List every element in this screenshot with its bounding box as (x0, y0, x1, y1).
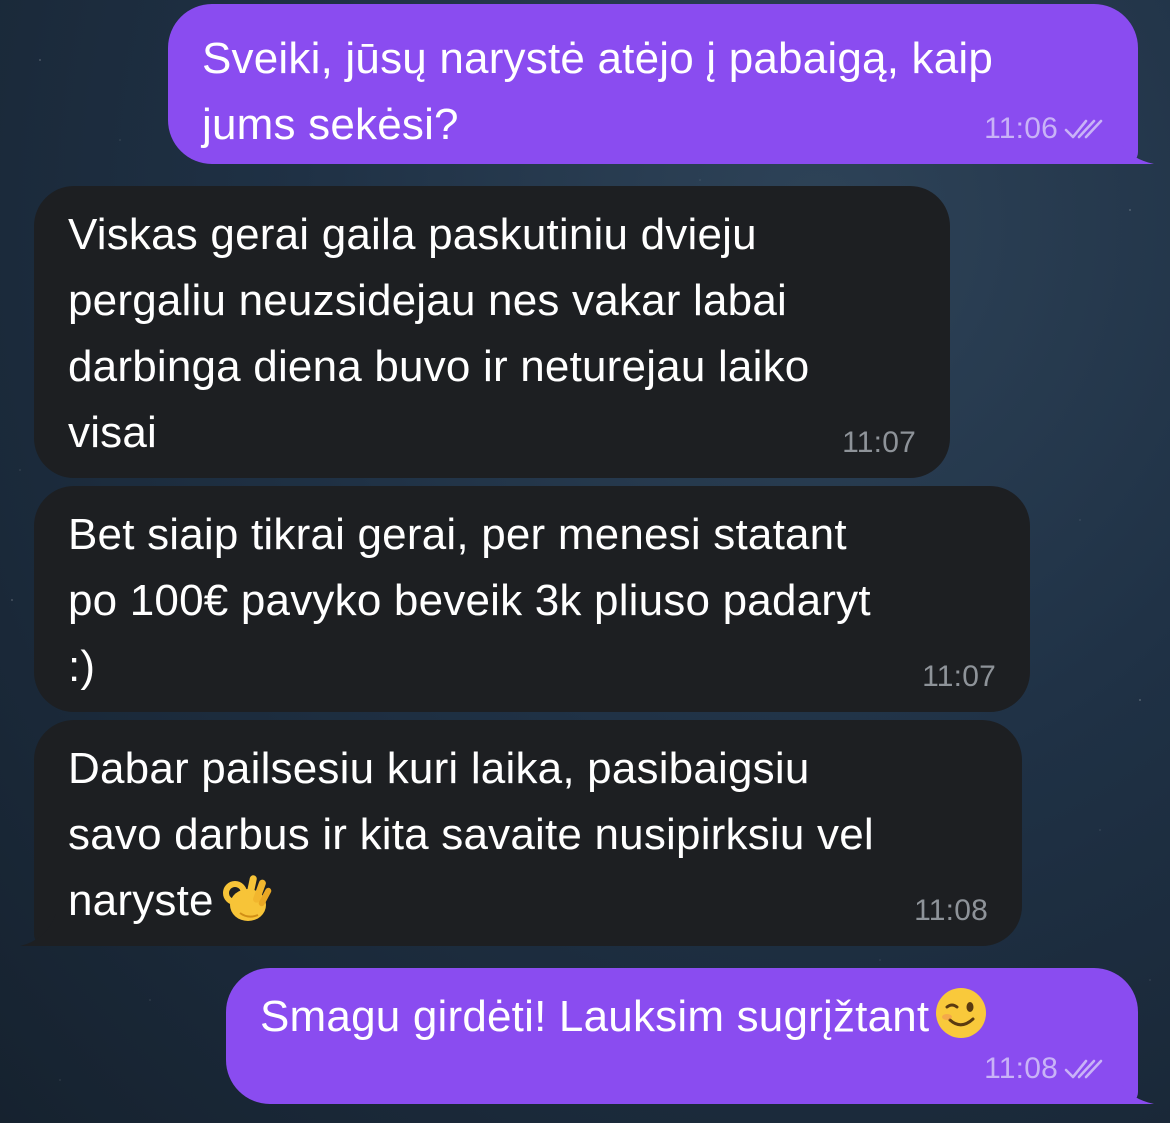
winking-face-emoji-icon (933, 985, 989, 1041)
message-text-content: Smagu girdėti! Lauksim sugrįžtant (260, 992, 930, 1041)
double-check-icon (1064, 117, 1104, 141)
message-meta: 11:08 (984, 1052, 1104, 1086)
message-text: Smagu girdėti! Lauksim sugrįžtant (260, 984, 1078, 1050)
message-time: 11:08 (914, 894, 988, 927)
message-text: Sveiki, jūsų narystė atėjo į pabaigą, ka… (202, 34, 994, 149)
message-time: 11:07 (922, 660, 996, 693)
bubble-tail (20, 914, 56, 946)
message-outgoing[interactable]: Smagu girdėti! Lauksim sugrįžtant 11:08 (226, 968, 1138, 1104)
message-incoming[interactable]: Dabar pailsesiu kuri laika, pasibaigsiu … (34, 720, 1022, 946)
message-incoming[interactable]: Viskas gerai gaila paskutiniu dvieju per… (34, 186, 950, 478)
message-text: Bet siaip tikrai gerai, per menesi stata… (68, 510, 871, 691)
message-meta: 11:06 (984, 112, 1104, 146)
message-text-content: Dabar pailsesiu kuri laika, pasibaigsiu … (68, 744, 874, 925)
message-text: Dabar pailsesiu kuri laika, pasibaigsiu … (68, 736, 982, 934)
message-meta: 11:07 (922, 660, 996, 694)
message-time: 11:06 (984, 112, 1058, 145)
message-time: 11:08 (984, 1052, 1058, 1085)
double-check-icon (1064, 1057, 1104, 1081)
message-meta: 11:08 (914, 894, 988, 928)
message-incoming[interactable]: Bet siaip tikrai gerai, per menesi stata… (34, 486, 1030, 712)
message-outgoing[interactable]: Sveiki, jūsų narystė atėjo į pabaigą, ka… (168, 4, 1138, 164)
message-meta: 11:07 (842, 426, 916, 460)
message-time: 11:07 (842, 426, 916, 459)
message-text: Viskas gerai gaila paskutiniu dvieju per… (68, 210, 810, 457)
ok-hand-emoji-icon (218, 869, 274, 925)
bubble-tail (1114, 1070, 1154, 1104)
bubble-tail (1114, 130, 1154, 164)
